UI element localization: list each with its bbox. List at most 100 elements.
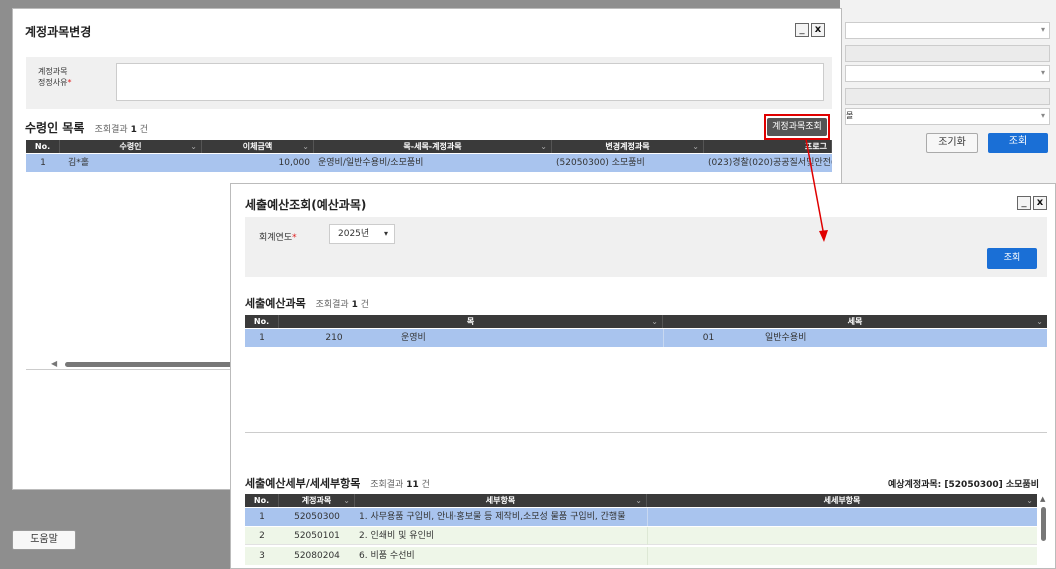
highlight-box	[764, 114, 830, 140]
cell-subdetail	[647, 527, 1037, 545]
cell-detail: 1. 사무용품 구입비, 안내·홍보물 등 제작비,소모성 물품 구입비, 간행…	[359, 512, 626, 522]
col-account[interactable]: 목-세목-계정과목 ⌄	[314, 140, 552, 153]
dialog-title: 계정과목변경	[25, 25, 92, 39]
cell-account: 52080204	[294, 551, 340, 561]
col-subitem[interactable]: 세목 ⌄	[663, 315, 1047, 328]
bg-select-1[interactable]: ▾	[845, 22, 1050, 39]
cell-sub-name: 일반수용비	[765, 333, 807, 343]
bg-field-4	[845, 88, 1050, 105]
result-suffix: 건	[421, 480, 430, 490]
chevron-down-icon: ▾	[1040, 111, 1045, 120]
recipient-table-header: No. 수령인 ⌄ 이체금액 ⌄ 목-세목-계정과목 ⌄ 변경계정과목 ⌄ 프로그	[26, 140, 832, 153]
cell-no: 1	[259, 512, 265, 522]
detail-table-header: No. 계정과목 ⌄ 세부항목 ⌄ 세세부항목 ⌄	[245, 494, 1037, 507]
required-icon: *	[67, 78, 72, 87]
fiscal-year-label: 회계연도*	[259, 230, 297, 243]
col-account[interactable]: 계정과목 ⌄	[279, 494, 355, 507]
chevron-down-icon: ▾	[1040, 68, 1045, 77]
cell-account: 52050101	[294, 531, 340, 541]
col-recipient-label: 수령인	[119, 142, 142, 151]
help-button[interactable]: 도움말	[12, 530, 76, 550]
budget-lookup-dialog: 세출예산조회(예산과목) _ x 회계연도* 2025년 ▾ 조회 세출예산과목 …	[230, 183, 1056, 569]
cell-detail: 2. 인쇄비 및 유인비	[359, 531, 435, 541]
col-amount[interactable]: 이체금액 ⌄	[202, 140, 314, 153]
cell-amount: 10,000	[278, 158, 311, 168]
bg-select-partial-text: 몰	[846, 111, 854, 120]
scroll-left-icon[interactable]: ◀	[51, 359, 57, 368]
cell-code: 210	[325, 333, 343, 343]
bg-search-button[interactable]: 조회	[988, 133, 1048, 153]
horizontal-scrollbar[interactable]	[65, 362, 241, 367]
scroll-up-icon[interactable]: ▲	[1040, 495, 1045, 503]
sort-icon: ⌄	[190, 142, 197, 151]
chevron-down-icon: ▾	[383, 229, 388, 238]
col-detail[interactable]: 세부항목 ⌄	[355, 494, 647, 507]
table-row[interactable]: 1 김*홀 10,000 운영비/일반수용비/소모품비 (52050300) 소…	[26, 154, 832, 172]
budget-table-header: No. 목 ⌄ 세목 ⌄	[245, 315, 1047, 328]
chevron-down-icon: ▾	[1040, 25, 1045, 34]
sort-icon: ⌄	[343, 496, 350, 505]
close-icon[interactable]: x	[811, 23, 825, 37]
budget-grid: No. 목 ⌄ 세목 ⌄ 1 210 운영비 01 일반수용비	[245, 315, 1047, 433]
search-panel: 회계연도* 2025년 ▾ 조회	[245, 217, 1047, 277]
sort-icon: ⌄	[302, 142, 309, 151]
expected-account: 예상계정과목: [52050300] 소모품비	[888, 480, 1039, 490]
result-prefix: 조회결과	[94, 125, 128, 135]
detail-section-label: 세출예산세부/세세부항목	[245, 477, 361, 490]
reason-label: 계정과목 정정사유*	[38, 66, 71, 88]
col-program[interactable]: 프로그	[704, 140, 832, 153]
col-no[interactable]: No.	[245, 315, 279, 328]
table-row[interactable]: 1 52050300 1. 사무용품 구입비, 안내·홍보물 등 제작비,소모성…	[245, 508, 1037, 526]
recipient-section-label: 수령인 목록	[25, 121, 85, 135]
result-count-value: 11	[406, 480, 419, 490]
cell-name: 운영비	[401, 333, 426, 343]
table-row[interactable]: 1 210 운영비 01 일반수용비	[245, 329, 1047, 347]
col-subdetail[interactable]: 세세부항목 ⌄	[647, 494, 1037, 507]
result-count-value: 1	[351, 300, 358, 310]
cell-detail: 6. 비품 수선비	[359, 551, 415, 561]
col-recipient[interactable]: 수령인 ⌄	[60, 140, 202, 153]
reason-section: 계정과목 정정사유*	[26, 57, 832, 109]
cell-new-account: (52050300) 소모품비	[556, 158, 645, 168]
required-icon: *	[292, 233, 297, 243]
col-subdetail-label: 세세부항목	[823, 496, 861, 505]
col-subitem-label: 세목	[847, 317, 863, 326]
fiscal-year-select[interactable]: 2025년 ▾	[329, 224, 395, 244]
result-count-value: 1	[130, 125, 137, 135]
cell-account: 운영비/일반수용비/소모품비	[318, 158, 424, 168]
bg-select-5[interactable]: 몰 ▾	[845, 108, 1050, 125]
vertical-scrollbar[interactable]	[1041, 507, 1046, 541]
col-account-label: 목-세목-계정과목	[403, 142, 462, 151]
reset-button[interactable]: 조기화	[926, 133, 978, 153]
cell-no: 1	[40, 158, 46, 168]
reason-input[interactable]	[116, 63, 824, 101]
recipient-section-title: 수령인 목록 조회결과 1 건	[25, 119, 148, 136]
cell-recipient: 김*홀	[68, 158, 90, 168]
result-suffix: 건	[139, 125, 148, 135]
sort-icon: ⌄	[1036, 317, 1043, 326]
result-suffix: 건	[360, 300, 369, 310]
col-no[interactable]: No.	[245, 494, 279, 507]
fiscal-year-label-text: 회계연도	[259, 233, 293, 243]
search-button[interactable]: 조회	[987, 248, 1037, 269]
budget-section-label: 세출예산과목	[245, 297, 306, 310]
col-amount-label: 이체금액	[242, 142, 273, 151]
col-no[interactable]: No.	[26, 140, 60, 153]
grid-bottom-divider	[26, 369, 240, 370]
bg-select-3[interactable]: ▾	[845, 65, 1050, 82]
bg-field-2	[845, 45, 1050, 62]
table-row[interactable]: 3 52080204 6. 비품 수선비	[245, 547, 1037, 565]
cell-no: 1	[259, 333, 265, 343]
col-new-account[interactable]: 변경계정과목 ⌄	[552, 140, 704, 153]
col-new-account-label: 변경계정과목	[605, 142, 650, 151]
table-row[interactable]: 2 52050101 2. 인쇄비 및 유인비	[245, 527, 1037, 545]
minimize-icon[interactable]: _	[1017, 196, 1031, 210]
minimize-icon[interactable]: _	[795, 23, 809, 37]
sort-icon: ⌄	[635, 496, 642, 505]
budget-result-count: 조회결과 1 건	[316, 300, 369, 310]
col-item[interactable]: 목 ⌄	[279, 315, 663, 328]
result-prefix: 조회결과	[370, 480, 404, 490]
close-icon[interactable]: x	[1033, 196, 1047, 210]
dialog-title: 세출예산조회(예산과목)	[245, 198, 367, 212]
cell-subdetail	[647, 547, 1037, 565]
